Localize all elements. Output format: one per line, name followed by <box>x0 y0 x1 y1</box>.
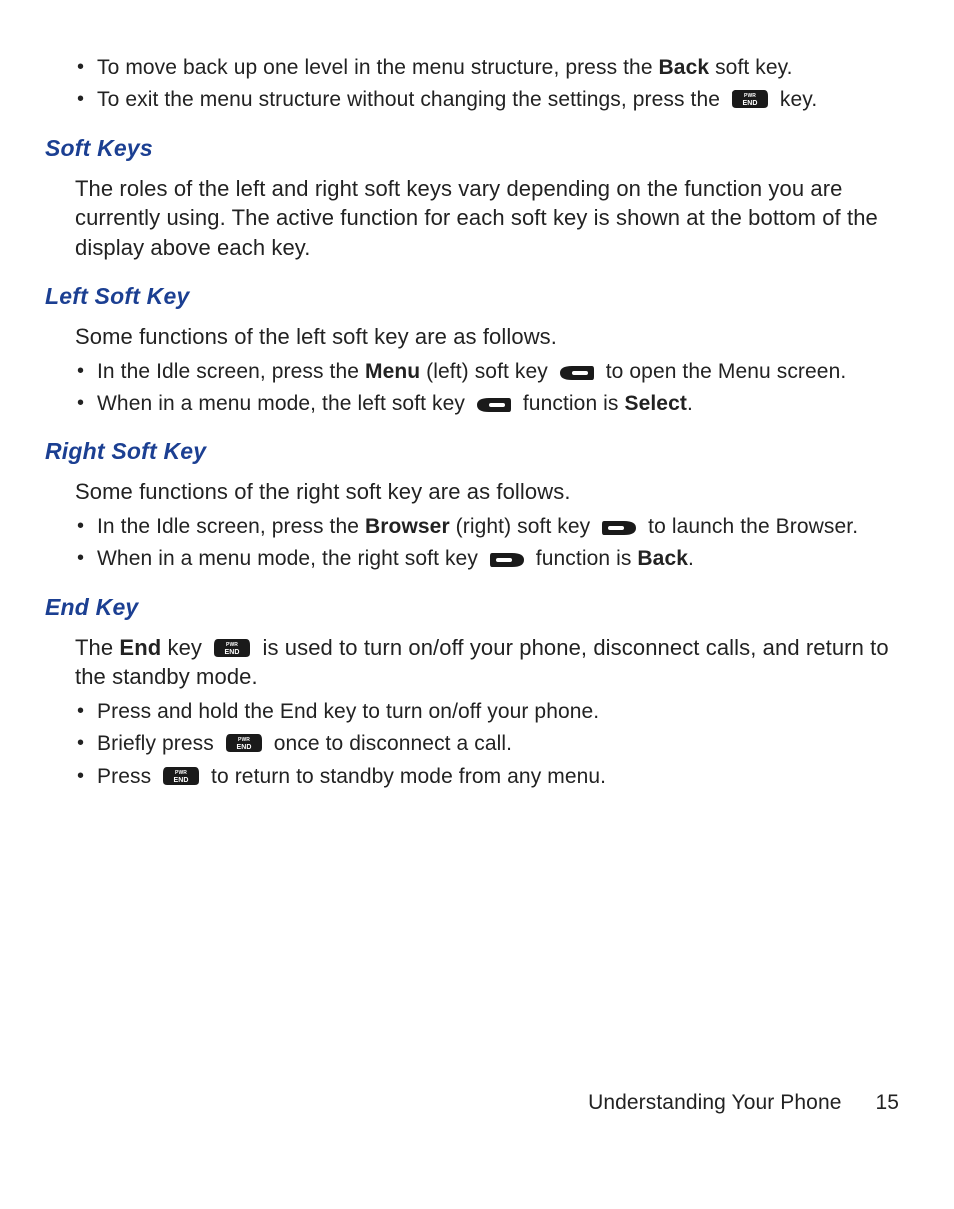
heading-right-soft-key: Right Soft Key <box>45 436 909 467</box>
list-item: To move back up one level in the menu st… <box>75 54 904 82</box>
text: Press <box>97 765 157 788</box>
page-number: 15 <box>875 1089 899 1117</box>
svg-text:END: END <box>225 649 240 656</box>
list-item: In the Idle screen, press the Menu (left… <box>75 358 904 386</box>
text: In the Idle screen, press the <box>97 515 365 538</box>
right-soft-key-icon <box>488 551 526 569</box>
list-item: When in a menu mode, the left soft key f… <box>75 390 904 418</box>
left-soft-key-bullets: In the Idle screen, press the Menu (left… <box>75 358 904 419</box>
soft-keys-paragraph: The roles of the left and right soft key… <box>75 174 904 263</box>
text: to open the Menu screen. <box>600 360 847 383</box>
text: key <box>161 635 208 660</box>
svg-text:END: END <box>236 744 251 751</box>
footer-section: Understanding Your Phone <box>588 1091 841 1114</box>
list-item: In the Idle screen, press the Browser (r… <box>75 513 904 541</box>
text: To move back up one level in the menu st… <box>97 56 659 79</box>
left-soft-key-block: Some functions of the left soft key are … <box>75 322 904 418</box>
top-bullets: To move back up one level in the menu st… <box>75 54 904 115</box>
text: (right) soft key <box>450 515 597 538</box>
text: once to disconnect a call. <box>268 732 512 755</box>
bold-text: Browser <box>365 515 450 538</box>
text: Press and hold the End key to turn on/of… <box>97 700 599 723</box>
end-key-icon: PWREND <box>212 637 252 659</box>
text: When in a menu mode, the right soft key <box>97 547 484 570</box>
svg-text:END: END <box>174 777 189 784</box>
svg-text:END: END <box>742 100 757 107</box>
text: To exit the menu structure without chang… <box>97 88 726 111</box>
text: to return to standby mode from any menu. <box>205 765 606 788</box>
top-bullets-block: To move back up one level in the menu st… <box>75 54 904 115</box>
list-item: Press and hold the End key to turn on/of… <box>75 698 904 726</box>
text: . <box>688 547 694 570</box>
list-item: Press PWREND to return to standby mode f… <box>75 763 904 791</box>
list-item: To exit the menu structure without chang… <box>75 86 904 114</box>
svg-text:PWR: PWR <box>744 93 756 99</box>
bold-text: Select <box>624 392 686 415</box>
end-key-icon: PWREND <box>224 732 264 754</box>
right-soft-key-bullets: In the Idle screen, press the Browser (r… <box>75 513 904 574</box>
bold-text: Back <box>659 56 710 79</box>
heading-soft-keys: Soft Keys <box>45 133 909 164</box>
left-soft-key-icon <box>475 396 513 414</box>
left-soft-key-intro: Some functions of the left soft key are … <box>75 322 904 352</box>
text: soft key. <box>709 56 792 79</box>
text: In the Idle screen, press the <box>97 360 365 383</box>
svg-text:PWR: PWR <box>238 737 250 743</box>
svg-text:PWR: PWR <box>226 642 238 648</box>
end-key-block: The End key PWREND is used to turn on/of… <box>75 633 904 791</box>
svg-text:PWR: PWR <box>175 770 187 776</box>
text: Briefly press <box>97 732 220 755</box>
right-soft-key-intro: Some functions of the right soft key are… <box>75 477 904 507</box>
end-key-icon: PWREND <box>730 88 770 110</box>
manual-page: To move back up one level in the menu st… <box>0 0 954 1209</box>
end-key-icon: PWREND <box>161 765 201 787</box>
text: (left) soft key <box>420 360 554 383</box>
heading-end-key: End Key <box>45 592 909 623</box>
right-soft-key-icon <box>600 519 638 537</box>
bold-text: End <box>119 635 161 660</box>
text: function is <box>517 392 625 415</box>
heading-left-soft-key: Left Soft Key <box>45 281 909 312</box>
page-footer: Understanding Your Phone 15 <box>588 1089 899 1117</box>
text: The <box>75 635 119 660</box>
text: to launch the Browser. <box>642 515 858 538</box>
left-soft-key-icon <box>558 364 596 382</box>
list-item: When in a menu mode, the right soft key … <box>75 545 904 573</box>
list-item: Briefly press PWREND once to disconnect … <box>75 730 904 758</box>
text: key. <box>774 88 817 111</box>
bold-text: Back <box>637 547 688 570</box>
text: . <box>687 392 693 415</box>
bold-text: Menu <box>365 360 420 383</box>
end-key-paragraph: The End key PWREND is used to turn on/of… <box>75 633 904 692</box>
right-soft-key-block: Some functions of the right soft key are… <box>75 477 904 573</box>
text: When in a menu mode, the left soft key <box>97 392 471 415</box>
end-key-bullets: Press and hold the End key to turn on/of… <box>75 698 904 791</box>
text: function is <box>530 547 638 570</box>
